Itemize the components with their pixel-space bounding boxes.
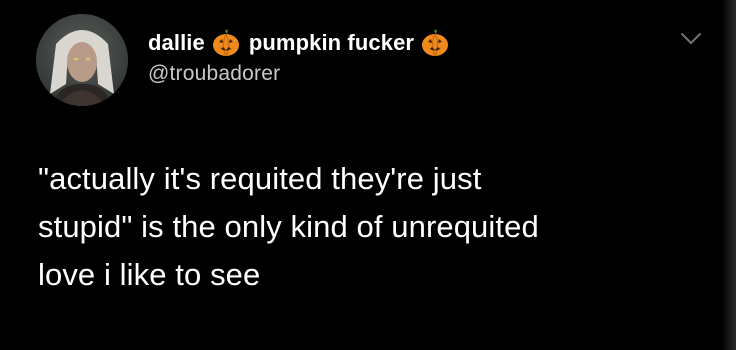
jack-o-lantern-icon — [422, 29, 449, 57]
display-name-part2[interactable]: pumpkin fucker — [249, 30, 414, 56]
tweet-card: dallie pumpkin fucker @troubadorer "actu… — [0, 0, 736, 350]
jack-o-lantern-icon — [212, 29, 239, 57]
window-edge — [722, 0, 736, 350]
tweet-text: "actually it's requited they're just stu… — [38, 155, 688, 299]
avatar-photo-icon — [36, 14, 128, 106]
tweet-text-line: love i like to see — [38, 257, 261, 292]
avatar[interactable] — [36, 14, 128, 106]
user-handle[interactable]: @troubadorer — [148, 62, 450, 86]
display-name[interactable]: dallie pumpkin fucker — [148, 26, 450, 60]
tweet-text-line: "actually it's requited they're just — [38, 161, 482, 196]
tweet-header: dallie pumpkin fucker @troubadorer — [148, 26, 450, 86]
tweet-text-line: stupid" is the only kind of unrequited — [38, 209, 539, 244]
display-name-part1[interactable]: dallie — [148, 30, 205, 56]
chevron-down-icon[interactable] — [680, 32, 702, 46]
